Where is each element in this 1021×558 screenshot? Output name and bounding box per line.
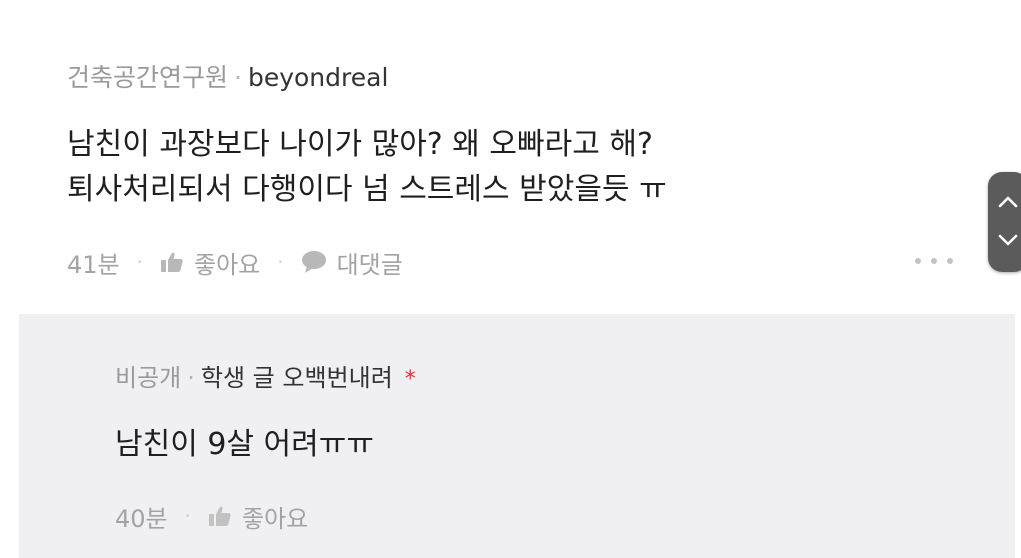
thumbs-up-icon	[208, 506, 231, 526]
author-marker-star: *	[404, 367, 416, 392]
reply-author-meta: 비공개 · 학생 글 오백번내려 *	[115, 362, 416, 396]
comment-body: 남친이 과장보다 나이가 많아? 왜 오빠라고 해? 퇴사처리되서 다행이다 넘…	[67, 122, 667, 212]
comment-actions: 41분 · 좋아요 · 대댓글	[67, 244, 403, 280]
action-separator: ·	[277, 250, 284, 274]
speech-bubble-icon	[301, 251, 326, 273]
more-dots-icon[interactable]	[912, 249, 956, 273]
comment-reply-button[interactable]: 대댓글	[301, 245, 403, 280]
reply-author-org: 비공개	[115, 364, 182, 392]
reply-author-nick[interactable]: 학생 글 오백번내려	[201, 364, 393, 392]
reply-time: 40분	[115, 504, 168, 533]
action-separator: ·	[184, 504, 191, 528]
reply-body: 남친이 9살 어려ㅠㅠ	[115, 427, 374, 462]
comment-like-button[interactable]: 좋아요	[160, 245, 260, 280]
chevron-up-icon[interactable]	[996, 192, 1020, 212]
scroll-controls	[988, 172, 1021, 272]
reply-actions: 40분 · 좋아요	[115, 498, 308, 534]
comment-author-meta: 건축공간연구원 · beyondreal	[67, 62, 388, 94]
chevron-down-icon[interactable]	[996, 230, 1020, 250]
comment-time: 41분	[67, 250, 120, 279]
comment-like-label: 좋아요	[193, 250, 261, 279]
action-separator: ·	[136, 250, 143, 274]
meta-separator: ·	[187, 364, 195, 392]
comment-reply-label: 대댓글	[336, 250, 403, 279]
thumbs-up-icon	[160, 252, 183, 272]
comment-author-org: 건축공간연구원	[67, 63, 229, 92]
comment-body-line-2: 퇴사처리되서 다행이다 넘 스트레스 받았을듯 ㅠ	[67, 172, 667, 207]
comment-item: 건축공간연구원 · beyondreal 남친이 과장보다 나이가 많아? 왜 오빠…	[0, 0, 1021, 310]
meta-separator: ·	[234, 63, 242, 92]
reply-like-button[interactable]: 좋아요	[208, 499, 308, 534]
reply-like-label: 좋아요	[241, 504, 309, 533]
comment-body-line-1: 남친이 과장보다 나이가 많아? 왜 오빠라고 해?	[67, 127, 653, 162]
reply-item: 비공개 · 학생 글 오백번내려 * 남친이 9살 어려ㅠㅠ 40분 · 좋아요	[19, 314, 1015, 558]
comment-author-nick[interactable]: beyondreal	[248, 63, 388, 92]
